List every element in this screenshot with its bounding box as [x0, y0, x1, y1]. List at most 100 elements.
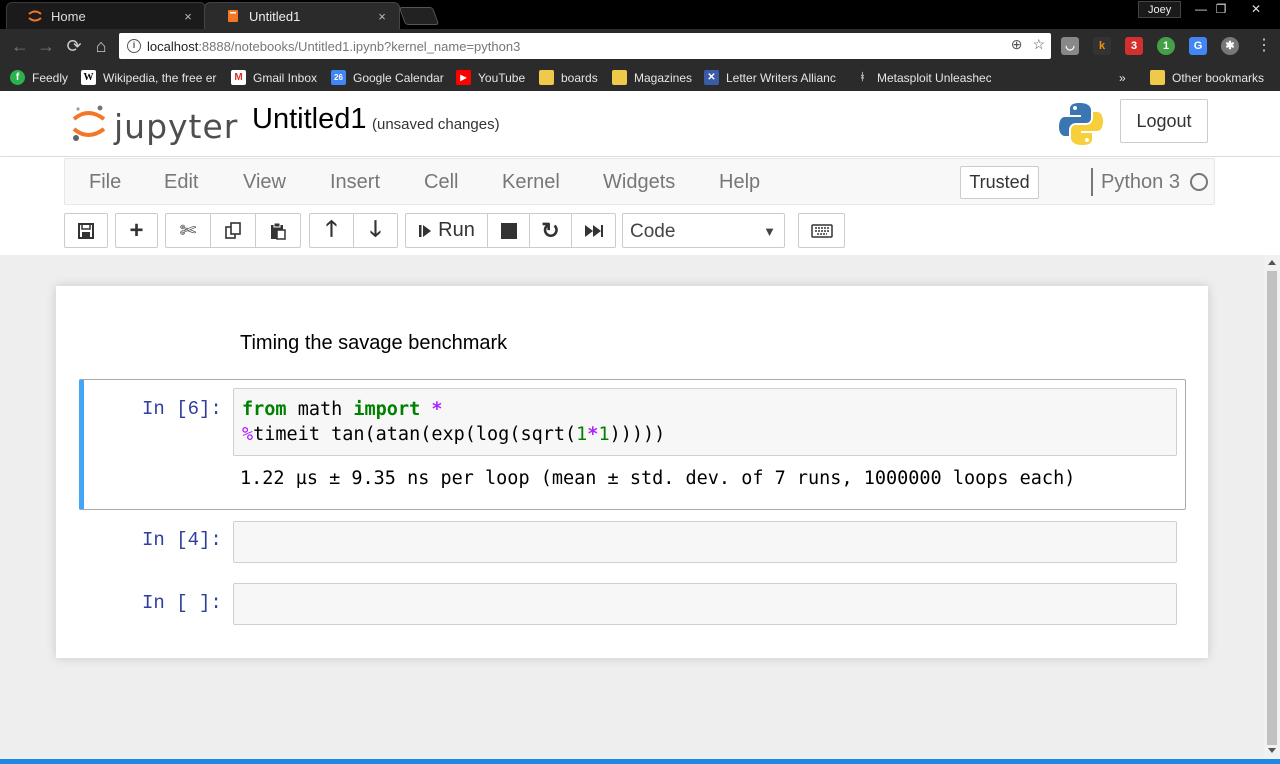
trusted-indicator[interactable]: Trusted — [960, 166, 1039, 199]
new-tab-button[interactable] — [398, 7, 440, 25]
logout-button[interactable]: Logout — [1120, 99, 1208, 143]
translate-icon[interactable]: G — [1189, 37, 1207, 55]
folder-icon — [539, 70, 554, 85]
bookmark-gmail[interactable]: M Gmail Inbox — [231, 64, 323, 91]
restore-button[interactable]: ❐ — [1206, 0, 1236, 20]
extension-k-icon[interactable]: k — [1093, 37, 1111, 55]
code-line-2: %timeit tan(atan(exp(log(sqrt(1*1))))) — [242, 424, 666, 445]
window-close-button[interactable]: ✕ — [1238, 0, 1274, 20]
cell-type-value: Code — [630, 221, 676, 242]
close-tab-icon[interactable]: × — [375, 9, 389, 24]
code-input-empty[interactable] — [233, 583, 1177, 625]
tab-untitled1[interactable]: Untitled1 × — [204, 2, 400, 29]
menu-edit[interactable]: Edit — [164, 171, 198, 194]
bookmark-other[interactable]: Other bookmarks — [1150, 64, 1278, 91]
interrupt-button[interactable] — [487, 213, 530, 248]
tab-home[interactable]: Home × — [6, 2, 206, 29]
run-label: Run — [438, 219, 475, 241]
scroll-up-icon[interactable] — [1268, 260, 1276, 265]
restart-icon: ↻ — [541, 217, 560, 243]
menu-view[interactable]: View — [243, 171, 286, 194]
info-icon[interactable]: i — [127, 39, 141, 53]
address-bar[interactable]: i localhost:8888/notebooks/Untitled1.ipy… — [119, 33, 1051, 59]
bookmark-feedly[interactable]: f Feedly — [10, 64, 78, 91]
metasploit-icon: ᚼ — [859, 72, 866, 83]
menu-insert[interactable]: Insert — [330, 171, 380, 194]
paste-button[interactable] — [255, 213, 301, 248]
calendar-icon: 26 — [331, 70, 346, 85]
bookmark-label: Feedly — [32, 70, 69, 85]
bookmark-youtube[interactable]: ▶ YouTube — [456, 64, 531, 91]
move-up-button[interactable]: 🡑 — [309, 213, 354, 248]
extension-puzzle-icon[interactable]: ✱ — [1221, 37, 1239, 55]
bookmark-google-calendar[interactable]: 26 Google Calendar — [331, 64, 449, 91]
gmail-icon: M — [231, 70, 246, 85]
kernel-idle-icon — [1190, 173, 1208, 191]
profile-button[interactable]: Joey — [1138, 1, 1182, 18]
keyboard-icon — [810, 223, 833, 238]
tab-label: Untitled1 — [249, 8, 301, 24]
bookmark-letter-writers[interactable]: ✕ Letter Writers Allianc — [704, 64, 842, 91]
move-down-button[interactable]: 🡓 — [353, 213, 398, 248]
pocket-icon[interactable]: ◡ — [1061, 37, 1079, 55]
wikipedia-icon: W — [81, 70, 96, 85]
notebook-title[interactable]: Untitled1 — [252, 103, 366, 136]
jupyter-wordmark: jupyter — [114, 107, 239, 146]
forward-arrow-icon[interactable]: → — [34, 34, 58, 58]
command-palette-button[interactable] — [798, 213, 845, 248]
save-button[interactable] — [64, 213, 108, 248]
bookmarks-bar: f Feedly W Wikipedia, the free er M Gmai… — [0, 64, 1280, 91]
scissors-icon: ✄ — [179, 220, 197, 242]
bookmark-label: Gmail Inbox — [253, 70, 318, 85]
python-logo-icon — [1059, 103, 1103, 145]
dropdown-arrow-icon: ▼ — [763, 224, 776, 239]
extension-badge-icon[interactable]: 3 — [1125, 37, 1143, 55]
arrow-down-icon: 🡓 — [369, 215, 382, 241]
scroll-down-icon[interactable] — [1268, 748, 1276, 753]
scroll-thumb[interactable] — [1267, 271, 1277, 745]
bookmark-folder-magazines[interactable]: Magazines — [612, 64, 696, 91]
close-tab-icon[interactable]: × — [181, 9, 195, 24]
zoom-icon[interactable]: ⊕ — [1011, 36, 1023, 53]
step-forward-icon — [419, 224, 432, 237]
browser-toolbar: ← → ⟳ ⌂ i localhost:8888/notebooks/Untit… — [0, 29, 1280, 64]
bookmark-label: Metasploit Unleashec — [877, 70, 991, 85]
bookmark-wikipedia[interactable]: W Wikipedia, the free er — [81, 64, 219, 91]
copy-button[interactable] — [210, 213, 256, 248]
bookmark-metasploit[interactable]: ᚼ Metasploit Unleashec — [855, 64, 992, 91]
menu-file[interactable]: File — [89, 171, 121, 194]
lwa-icon: ✕ — [704, 70, 719, 85]
reload-icon[interactable]: ⟳ — [62, 34, 86, 58]
menu-cell[interactable]: Cell — [424, 171, 458, 194]
jupyter-header: jupyter Untitled1 (unsaved changes) Logo… — [0, 91, 1280, 157]
extension-green-icon[interactable]: 1 — [1157, 37, 1175, 55]
folder-icon — [612, 70, 627, 85]
cell-prompt: In [4]: — [142, 529, 222, 551]
restart-button[interactable]: ↻ — [529, 213, 572, 248]
bookmark-folder-boards[interactable]: boards — [539, 64, 605, 91]
code-input-empty[interactable] — [233, 521, 1177, 563]
bookmark-label: Google Calendar — [353, 70, 444, 85]
fast-forward-icon — [584, 224, 603, 237]
star-icon[interactable]: ☆ — [1032, 36, 1045, 53]
page-scrollbar[interactable] — [1264, 255, 1280, 759]
home-icon[interactable]: ⌂ — [89, 34, 113, 58]
jupyter-logo-icon — [72, 105, 106, 141]
code-input[interactable]: from math import * %timeit tan(atan(exp(… — [233, 388, 1177, 456]
insert-cell-button[interactable]: + — [115, 213, 158, 248]
bookmarks-overflow-button[interactable]: » — [1119, 64, 1131, 91]
kernel-name[interactable]: Python 3 — [1101, 171, 1180, 194]
jupyter-logo[interactable]: jupyter — [70, 101, 237, 146]
restart-run-all-button[interactable] — [571, 213, 616, 248]
cut-button[interactable]: ✄ — [165, 213, 211, 248]
menu-widgets[interactable]: Widgets — [603, 171, 675, 194]
back-arrow-icon[interactable]: ← — [8, 34, 32, 58]
menu-kernel[interactable]: Kernel — [502, 171, 560, 194]
cell-type-select[interactable]: Code ▼ — [622, 213, 785, 248]
menu-kebab-icon[interactable]: ⋮ — [1252, 34, 1276, 58]
markdown-cell-text[interactable]: Timing the savage benchmark — [240, 332, 507, 355]
save-icon — [78, 222, 94, 239]
plus-icon: + — [129, 216, 144, 244]
run-button[interactable]: Run — [405, 213, 488, 248]
menu-help[interactable]: Help — [719, 171, 760, 194]
